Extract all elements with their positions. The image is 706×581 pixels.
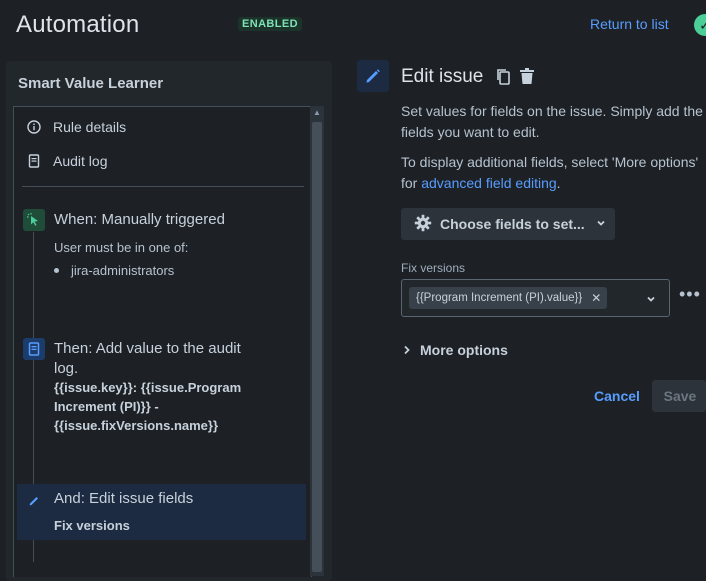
trash-icon[interactable] — [518, 67, 536, 90]
nav-audit-log[interactable]: Audit log — [27, 153, 107, 169]
info-icon — [27, 120, 41, 134]
group-name: jira-administrators — [71, 263, 175, 278]
action-step-detail: {{issue.key}}: {{issue.Program Increment… — [54, 380, 242, 433]
page-title: Automation — [16, 11, 140, 38]
more-options-toggle[interactable]: More options — [403, 342, 508, 358]
document-icon — [27, 154, 41, 168]
trigger-group-item: jira-administrators — [54, 263, 174, 278]
rule-name: Smart Value Learner — [18, 75, 164, 92]
more-options-label: More options — [420, 342, 508, 358]
cursor-click-icon — [23, 209, 45, 231]
pencil-icon — [357, 60, 389, 92]
choose-fields-label: Choose fields to set... — [440, 216, 585, 232]
status-badge: ENABLED — [238, 17, 302, 31]
fix-versions-label: Fix versions — [401, 261, 466, 275]
editor-title: Edit issue — [401, 66, 484, 87]
document-icon — [23, 338, 45, 360]
edit-step-subtitle: Fix versions — [54, 518, 130, 533]
trigger-step-title[interactable]: When: Manually triggered — [54, 211, 225, 228]
chevron-down-icon — [595, 216, 607, 232]
scrollbar-thumb[interactable] — [312, 122, 322, 572]
editor-description: Set values for fields on the issue. Simp… — [401, 103, 703, 140]
divider — [22, 186, 304, 187]
close-icon[interactable]: ✕ — [591, 291, 601, 305]
return-to-list-link[interactable]: Return to list — [590, 16, 669, 32]
action-step-title[interactable]: Then: Add value to the audit log. — [54, 339, 254, 379]
advanced-field-editing-link[interactable]: advanced field editing — [421, 175, 556, 191]
copy-icon[interactable] — [495, 68, 511, 91]
more-actions-icon[interactable]: ••• — [679, 284, 701, 305]
choose-fields-button[interactable]: Choose fields to set... — [401, 208, 615, 240]
gear-icon — [414, 214, 432, 235]
edit-step-title[interactable]: And: Edit issue fields — [54, 490, 193, 507]
cancel-button[interactable]: Cancel — [594, 388, 640, 404]
nav-audit-log-label: Audit log — [53, 153, 108, 169]
tag-label: {{Program Increment (PI).value}} — [416, 292, 583, 304]
nav-rule-details-label: Rule details — [53, 119, 127, 135]
chevron-right-icon — [403, 342, 411, 358]
check-circle-icon: ✓ — [694, 14, 706, 36]
chevron-down-icon[interactable] — [645, 292, 657, 310]
save-button[interactable]: Save — [652, 380, 706, 412]
fix-version-tag: {{Program Increment (PI).value}} ✕ — [409, 287, 608, 309]
hint-suffix: . — [556, 175, 561, 191]
trigger-step-subtitle: User must be in one of: — [54, 240, 189, 255]
pencil-icon — [24, 490, 44, 510]
scroll-up-arrow-icon[interactable]: ▲ — [312, 108, 322, 118]
editor-hint: To display additional fields, select 'Mo… — [401, 152, 706, 194]
bullet-dot — [54, 268, 59, 274]
nav-rule-details[interactable]: Rule details — [27, 119, 126, 135]
